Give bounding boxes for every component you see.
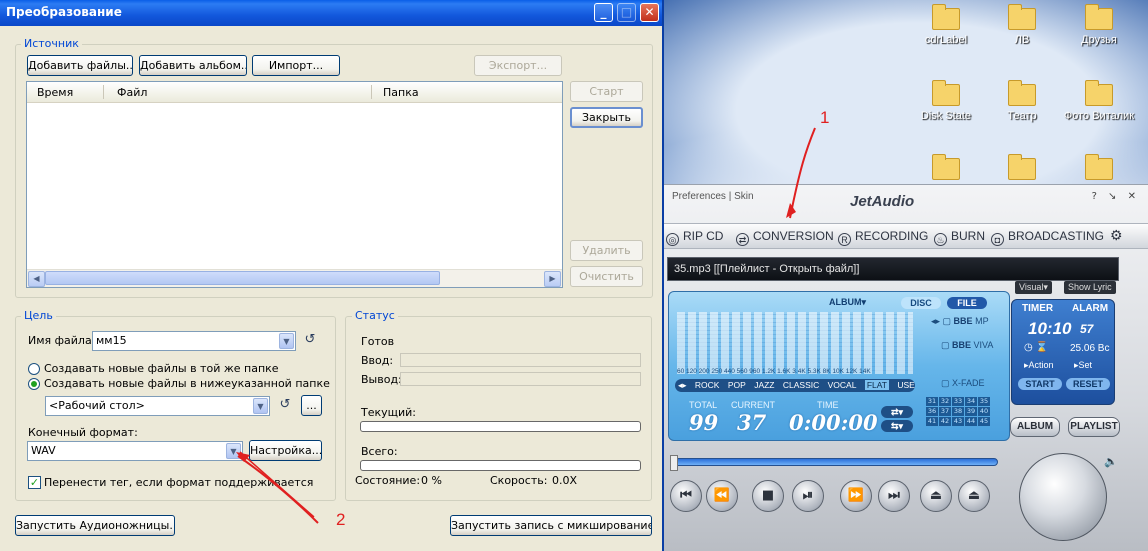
annotation-overlay xyxy=(236,127,816,524)
annotation-number-2: 2 xyxy=(336,510,346,529)
annotation-arrow-1 xyxy=(786,127,816,219)
annotation-number-1: 1 xyxy=(820,108,830,127)
annotation-arrow-2 xyxy=(236,451,319,524)
